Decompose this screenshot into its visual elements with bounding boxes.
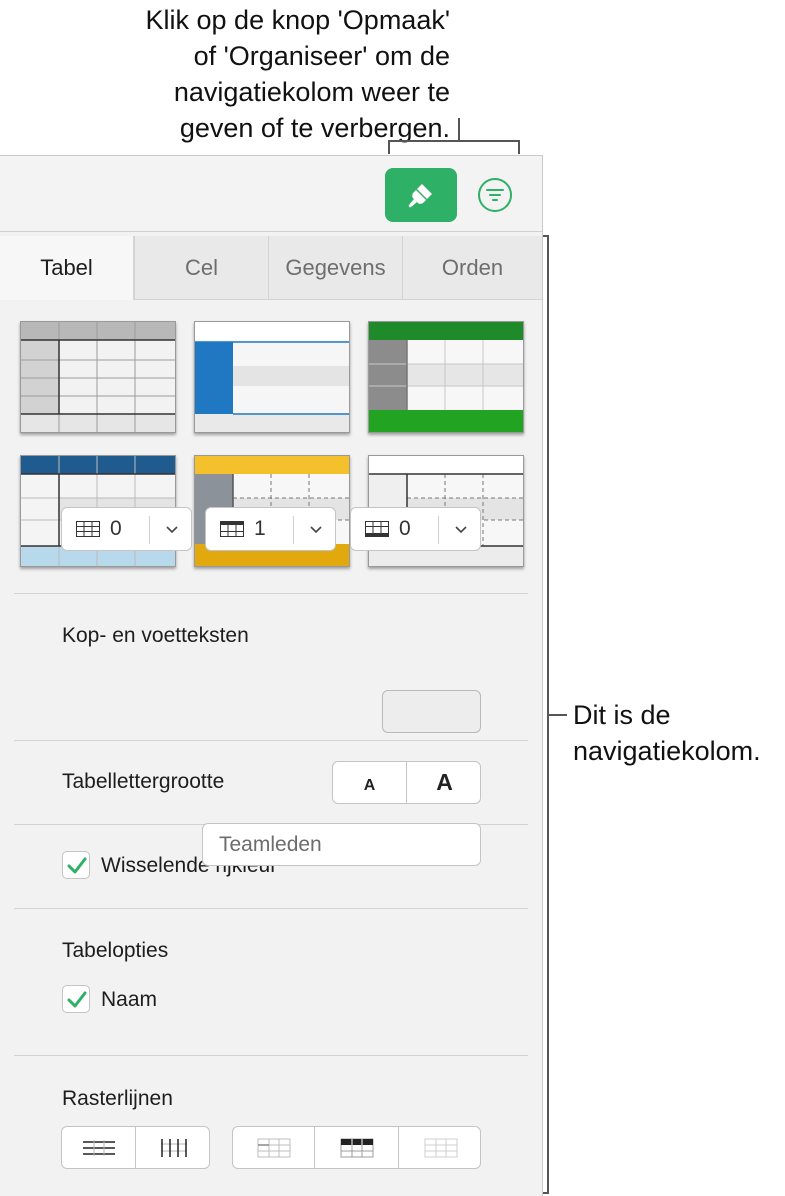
header-columns-popup[interactable]: 1 bbox=[205, 507, 336, 551]
table-name-checkbox[interactable] bbox=[62, 985, 90, 1013]
filter-list-icon bbox=[486, 189, 504, 201]
callout-line: of 'Organiseer' om de bbox=[193, 41, 450, 71]
header-rows-icon bbox=[76, 521, 100, 537]
callout-bracket bbox=[518, 140, 520, 154]
vertical-lines-button[interactable] bbox=[135, 1127, 209, 1168]
popup-separator bbox=[293, 516, 294, 544]
chevron-down-icon bbox=[310, 526, 322, 534]
font-size-label: Tabellettergrootte bbox=[62, 770, 225, 793]
tab-label: Orden bbox=[441, 254, 504, 280]
tab-label: Tabel bbox=[40, 255, 93, 280]
horizontal-gridlines-icon bbox=[82, 1139, 115, 1156]
header-column-lines-button[interactable] bbox=[314, 1127, 398, 1168]
header-row-lines-button[interactable] bbox=[233, 1127, 314, 1168]
header-row-gridlines-icon bbox=[257, 1138, 290, 1157]
header-rows-popup[interactable]: 0 bbox=[61, 507, 192, 551]
font-size-control: A A bbox=[332, 761, 481, 804]
decrease-font-size-button[interactable]: A bbox=[333, 762, 406, 803]
large-a-glyph: A bbox=[436, 769, 453, 795]
callout-toolbar-explanation: Klik op de knop 'Opmaak' of 'Organiseer'… bbox=[60, 2, 450, 146]
table-options-title: Tabelopties bbox=[62, 939, 169, 962]
format-button[interactable] bbox=[385, 168, 457, 222]
popup-separator bbox=[438, 516, 439, 544]
table-style-blue-sidebar[interactable] bbox=[194, 321, 350, 433]
footer-row-lines-button[interactable] bbox=[398, 1127, 480, 1168]
horizontal-lines-button[interactable] bbox=[62, 1127, 135, 1168]
vertical-gridlines-icon bbox=[160, 1138, 187, 1157]
gridlines-section-control bbox=[232, 1126, 481, 1169]
callout-line: navigatiekolom weer te bbox=[173, 77, 450, 107]
table-name-field[interactable]: Teamleden bbox=[202, 823, 481, 866]
format-sidebar: Tabel Cel Gegevens Orden bbox=[0, 155, 543, 1196]
callout-line: Klik op de knop 'Opmaak' bbox=[145, 5, 450, 35]
section-divider bbox=[14, 1055, 528, 1056]
header-columns-value: 1 bbox=[254, 517, 266, 540]
callout-bracket bbox=[388, 140, 520, 142]
table-style-gray[interactable] bbox=[20, 321, 176, 433]
popup-separator bbox=[149, 516, 150, 544]
organize-button[interactable] bbox=[478, 178, 512, 212]
footer-row-gridlines-icon bbox=[424, 1138, 457, 1157]
toolbar bbox=[0, 156, 542, 232]
tab-cell[interactable]: Cel bbox=[134, 236, 268, 300]
callout-line: Dit is de bbox=[573, 700, 671, 730]
header-columns-icon bbox=[220, 521, 244, 537]
callout-line: navigatiekolom. bbox=[573, 736, 761, 766]
chevron-down-icon bbox=[455, 526, 467, 534]
callout-sidebar-explanation: Dit is de navigatiekolom. bbox=[573, 697, 785, 769]
gridlines-title: Rasterlijnen bbox=[62, 1087, 173, 1110]
paintbrush-icon bbox=[408, 184, 432, 208]
alternating-rows-checkbox[interactable] bbox=[62, 851, 90, 879]
tab-bar: Tabel Cel Gegevens Orden bbox=[0, 236, 542, 300]
checkmark-icon bbox=[67, 857, 87, 874]
table-style-green[interactable] bbox=[368, 321, 524, 433]
footer-rows-value: 0 bbox=[399, 517, 411, 540]
table-name-label: Naam bbox=[101, 988, 158, 1011]
section-divider bbox=[14, 908, 528, 909]
chevron-down-icon bbox=[166, 526, 178, 534]
section-divider bbox=[14, 740, 528, 741]
tab-arrange[interactable]: Orden bbox=[402, 236, 542, 300]
footer-rows-popup[interactable]: 0 bbox=[350, 507, 481, 551]
header-column-gridlines-icon bbox=[340, 1138, 373, 1157]
headers-footers-title: Kop- en voetteksten bbox=[62, 624, 249, 647]
checkmark-icon bbox=[67, 991, 87, 1008]
footer-rows-icon bbox=[365, 521, 389, 537]
sidebar-leader bbox=[549, 714, 567, 716]
section-divider bbox=[14, 593, 528, 594]
callout-bracket bbox=[388, 140, 390, 154]
header-rows-value: 0 bbox=[110, 517, 122, 540]
gridlines-body-control bbox=[61, 1126, 210, 1169]
tab-data[interactable]: Gegevens bbox=[268, 236, 402, 300]
callout-leader bbox=[458, 118, 460, 140]
increase-font-size-button[interactable]: A bbox=[406, 762, 480, 803]
tab-label: Cel bbox=[184, 254, 218, 280]
small-a-glyph: A bbox=[363, 776, 376, 794]
tab-label: Gegevens bbox=[285, 254, 386, 280]
alternating-row-color-well[interactable] bbox=[382, 690, 481, 733]
tab-table[interactable]: Tabel bbox=[0, 236, 134, 300]
